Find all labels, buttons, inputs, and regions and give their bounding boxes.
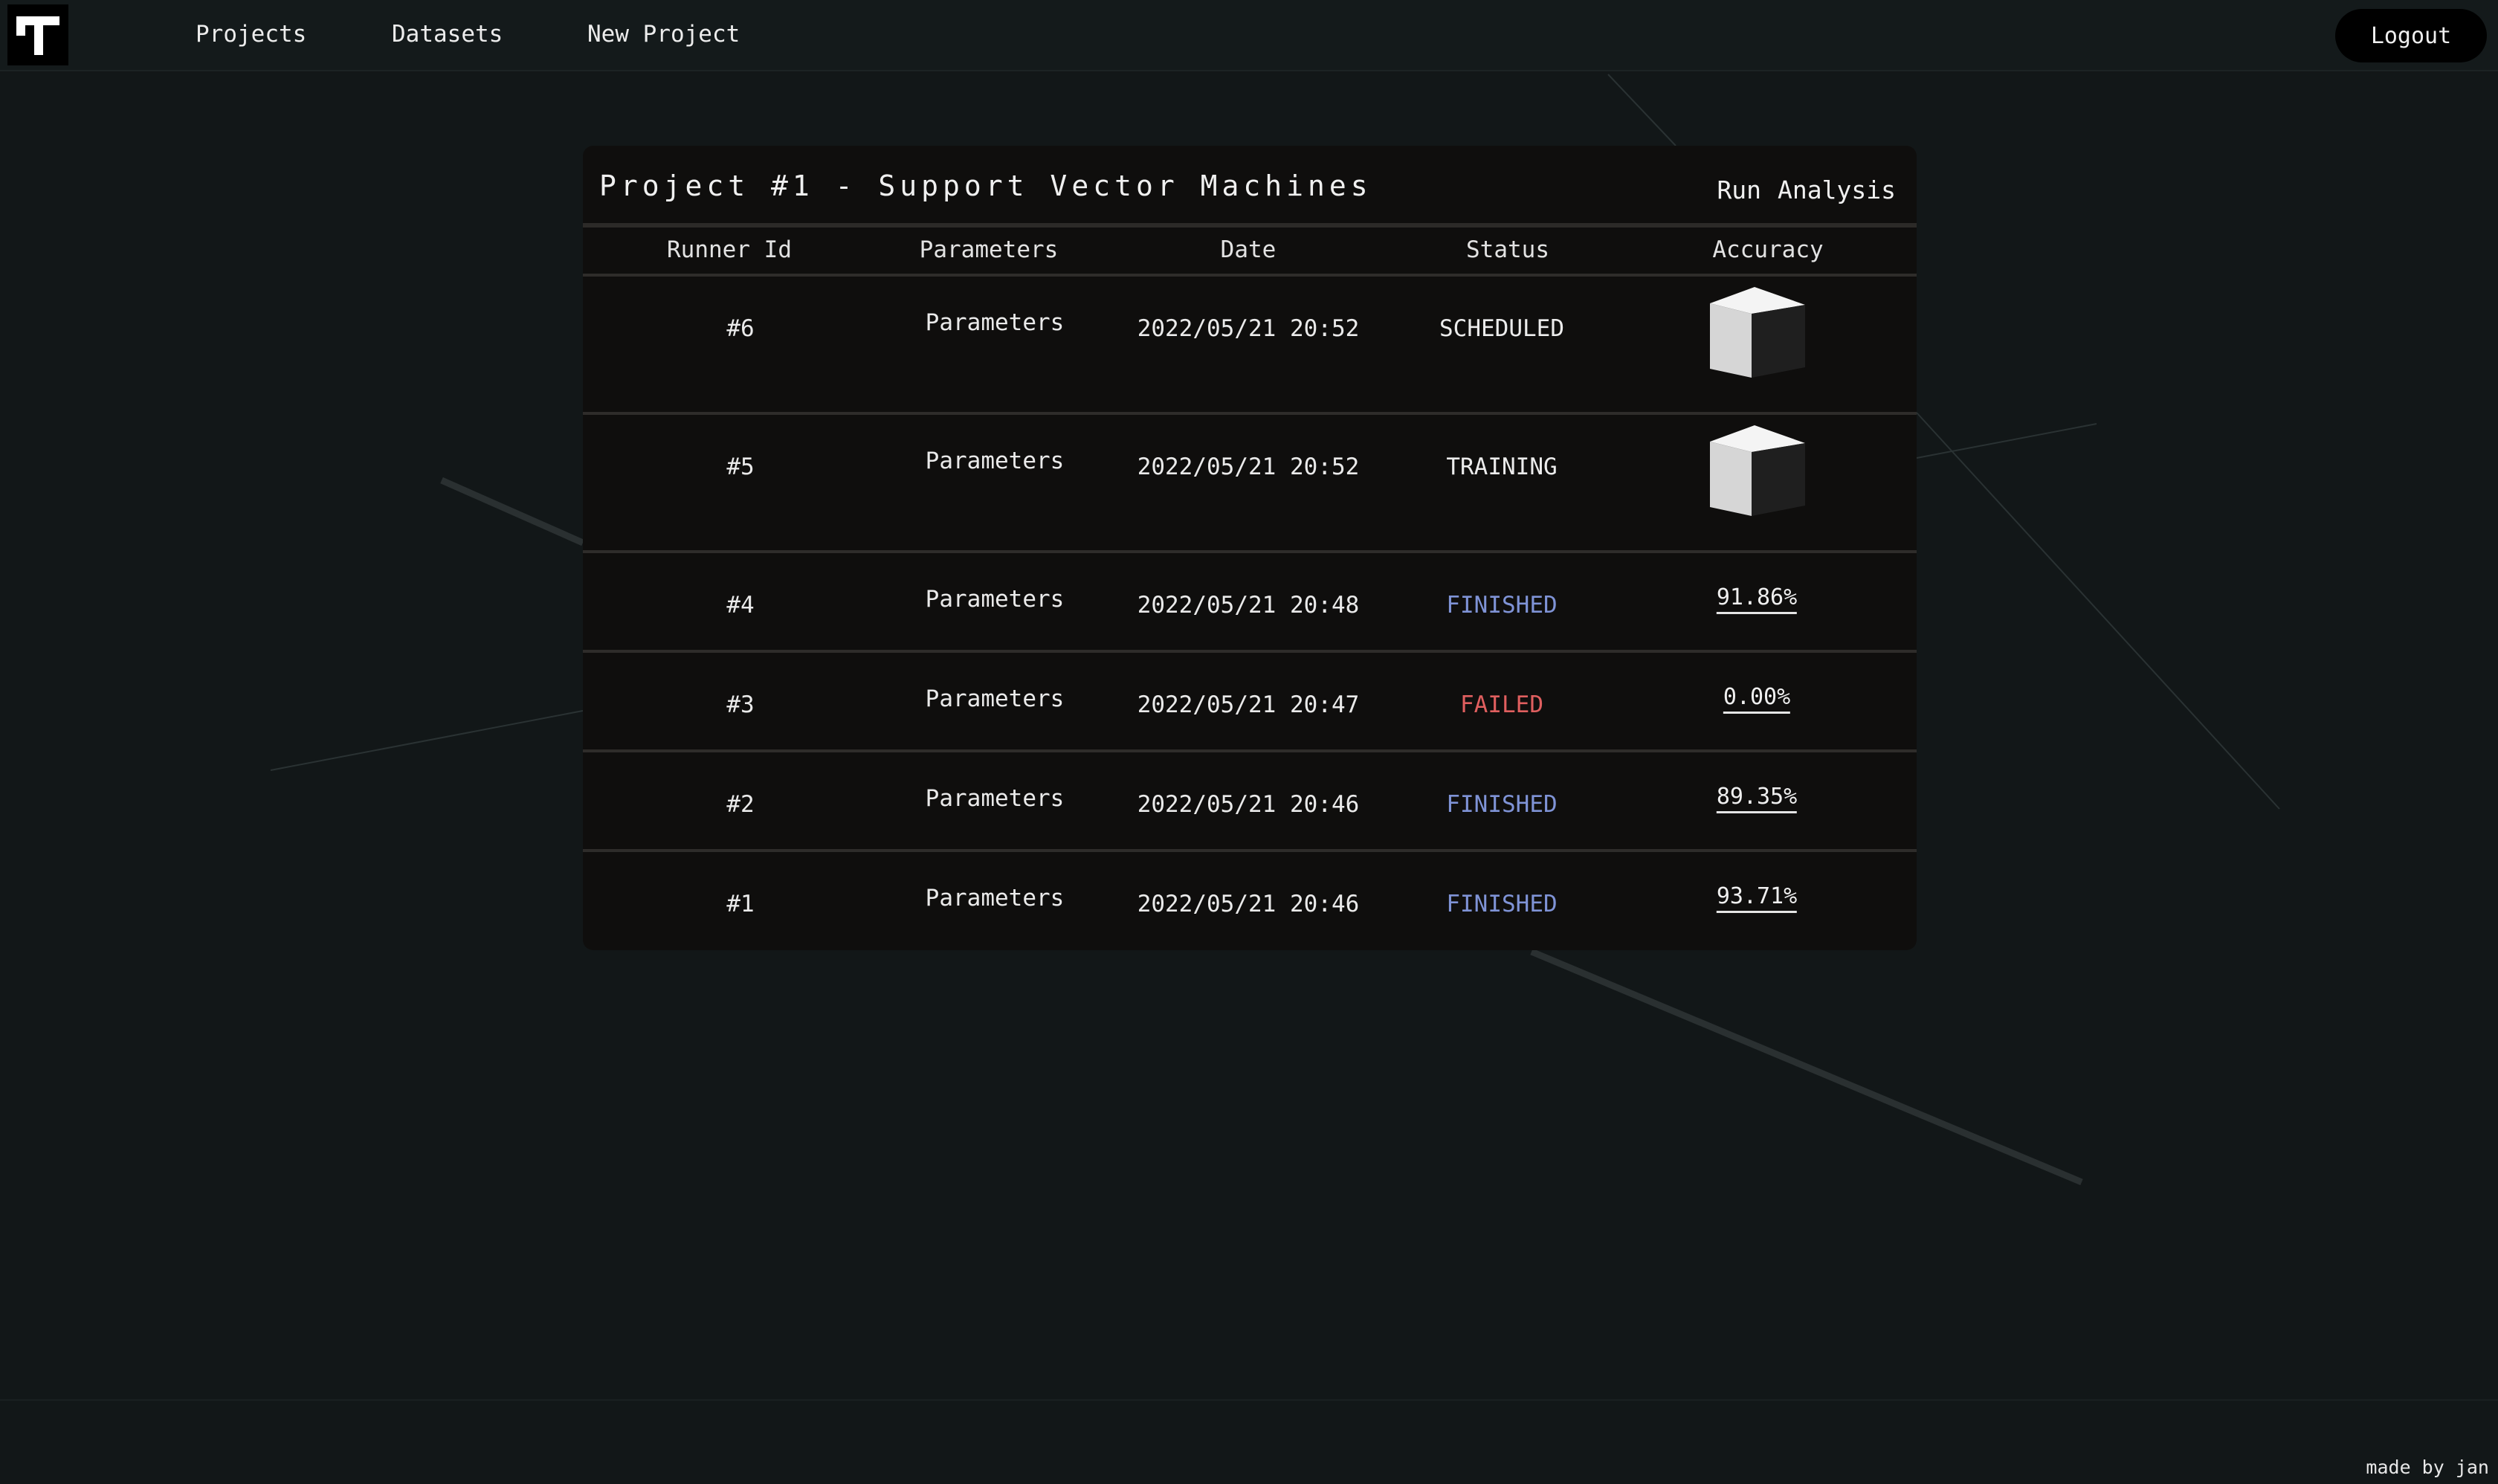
column-header-status: Status (1466, 236, 1549, 263)
parameters-link[interactable]: Parameters (926, 885, 1065, 912)
runner-id: #2 (726, 791, 755, 818)
run-date: 2022/05/21 20:46 (1137, 891, 1360, 917)
run-date: 2022/05/21 20:47 (1137, 691, 1360, 718)
status-badge: FINISHED (1446, 592, 1558, 619)
row-divider (583, 412, 1917, 415)
parameters-link[interactable]: Parameters (926, 448, 1065, 474)
accuracy-link[interactable]: 93.71% (1716, 883, 1798, 913)
top-navigation-bar: Projects Datasets New Project Logout (0, 0, 2498, 71)
parameters-link[interactable]: Parameters (926, 785, 1065, 812)
parameters-link[interactable]: Parameters (926, 586, 1065, 613)
header-divider (583, 223, 1917, 228)
row-divider (583, 550, 1917, 553)
nav-new-project-link[interactable]: New Project (587, 21, 740, 48)
logo[interactable] (7, 4, 68, 65)
nav-projects-link[interactable]: Projects (196, 21, 306, 48)
nav-datasets-link[interactable]: Datasets (392, 21, 503, 48)
run-date: 2022/05/21 20:52 (1137, 315, 1360, 342)
table-header-divider (583, 274, 1917, 277)
runner-id: #6 (726, 315, 755, 342)
status-badge: FAILED (1460, 691, 1543, 718)
footer-credit: made by jan (2366, 1456, 2489, 1478)
status-badge: FINISHED (1446, 891, 1558, 917)
page: Projects Datasets New Project Logout Pro… (0, 0, 2498, 1484)
loading-cube-icon (1710, 287, 1805, 378)
accuracy-link[interactable]: 0.00% (1723, 684, 1791, 714)
run-button[interactable]: Run (1717, 175, 1761, 204)
run-date: 2022/05/21 20:48 (1137, 592, 1360, 619)
runner-id: #1 (726, 891, 755, 917)
parameters-link[interactable]: Parameters (926, 309, 1065, 336)
run-date: 2022/05/21 20:46 (1137, 791, 1360, 818)
accuracy-link[interactable]: 89.35% (1716, 784, 1798, 813)
column-header-date: Date (1220, 236, 1277, 263)
runner-id: #4 (726, 592, 755, 619)
row-divider (583, 749, 1917, 752)
status-badge: TRAINING (1446, 454, 1558, 480)
card-header: Project #1 - Support Vector Machines Run… (583, 146, 1917, 223)
status-badge: FINISHED (1446, 791, 1558, 818)
loading-cube-icon (1710, 425, 1805, 516)
analysis-button[interactable]: Analysis (1778, 175, 1896, 204)
accuracy-link[interactable]: 91.86% (1716, 584, 1798, 614)
column-header-parameters: Parameters (919, 236, 1059, 263)
column-header-runner-id: Runner Id (667, 236, 792, 263)
status-badge: SCHEDULED (1439, 315, 1564, 342)
column-header-accuracy: Accuracy (1712, 236, 1824, 263)
parameters-link[interactable]: Parameters (926, 685, 1065, 712)
project-title: Project #1 - Support Vector Machines (599, 170, 1372, 202)
project-runs-card: Project #1 - Support Vector Machines Run… (583, 146, 1917, 950)
runner-id: #5 (726, 454, 755, 480)
logout-button[interactable]: Logout (2335, 9, 2487, 62)
logo-t-icon (16, 16, 59, 55)
row-divider (583, 849, 1917, 852)
header-actions: Run Analysis (1717, 175, 1896, 204)
runner-id: #3 (726, 691, 755, 718)
footer: made by jan (0, 1399, 2498, 1484)
run-date: 2022/05/21 20:52 (1137, 454, 1360, 480)
row-divider (583, 650, 1917, 653)
